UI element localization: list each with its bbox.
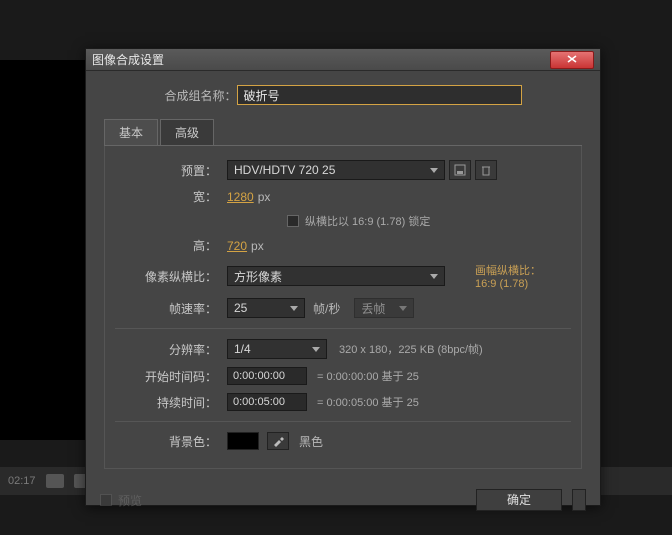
par-label: 像素纵横比： xyxy=(115,268,227,285)
par-info: 画幅纵横比： 16:9 (1.78) xyxy=(475,262,541,290)
lock-aspect-checkbox[interactable] xyxy=(287,215,299,227)
preset-dropdown[interactable]: HDV/HDTV 720 25 xyxy=(227,160,445,180)
dialog-titlebar[interactable]: 图像合成设置 xyxy=(86,49,600,71)
start-timecode-input[interactable] xyxy=(227,367,307,385)
preset-label: 预置： xyxy=(115,162,227,179)
duration-input[interactable] xyxy=(227,393,307,411)
bg-label: 背景色： xyxy=(115,433,227,450)
composition-settings-dialog: 图像合成设置 合成组名称： 基本 高级 预置： HDV/HDTV 720 25 xyxy=(85,48,601,506)
preview-checkbox xyxy=(100,494,112,506)
duration-label: 持续时间： xyxy=(115,394,227,411)
close-button[interactable] xyxy=(550,51,594,69)
cancel-button-partial[interactable] xyxy=(572,489,586,511)
status-time: 02:17 xyxy=(8,475,36,487)
height-value[interactable]: 720 xyxy=(227,239,247,253)
save-preset-button[interactable] xyxy=(449,160,471,180)
bg-color-swatch[interactable] xyxy=(227,432,259,450)
eyedropper-button[interactable] xyxy=(267,432,289,450)
resolution-dropdown[interactable]: 1/4 xyxy=(227,339,327,359)
separator-2 xyxy=(115,421,571,422)
tab-bar: 基本 高级 xyxy=(104,119,582,146)
ok-button[interactable]: 确定 xyxy=(476,489,562,511)
width-unit: px xyxy=(258,190,271,204)
height-label: 高： xyxy=(115,237,227,254)
tab-basic[interactable]: 基本 xyxy=(104,119,158,145)
comp-name-input[interactable] xyxy=(237,85,522,105)
start-info: = 0:00:00:00 基于 25 xyxy=(317,368,419,384)
fps-label: 帧速率： xyxy=(115,300,227,317)
lock-aspect-label: 纵横比以 16:9 (1.78) 锁定 xyxy=(305,213,430,229)
par-dropdown[interactable]: 方形像素 xyxy=(227,266,445,286)
start-label: 开始时间码： xyxy=(115,368,227,385)
camera-icon[interactable] xyxy=(46,474,64,488)
res-info: 320 x 180，225 KB (8bpc/帧) xyxy=(339,341,483,357)
res-label: 分辨率： xyxy=(115,341,227,358)
duration-info: = 0:00:05:00 基于 25 xyxy=(317,394,419,410)
bg-color-name: 黑色 xyxy=(299,433,323,450)
dialog-title: 图像合成设置 xyxy=(92,51,550,68)
height-unit: px xyxy=(251,239,264,253)
fps-dropdown[interactable]: 25 xyxy=(227,298,305,318)
separator xyxy=(115,328,571,329)
width-label: 宽： xyxy=(115,188,227,205)
delete-preset-button[interactable] xyxy=(475,160,497,180)
preview-label: 预览 xyxy=(118,492,142,509)
tab-advanced[interactable]: 高级 xyxy=(160,119,214,145)
comp-name-label: 合成组名称： xyxy=(164,87,236,104)
dropframe-dropdown: 丢帧 xyxy=(354,298,414,318)
width-value[interactable]: 1280 xyxy=(227,190,254,204)
fps-unit: 帧/秒 xyxy=(313,300,340,317)
